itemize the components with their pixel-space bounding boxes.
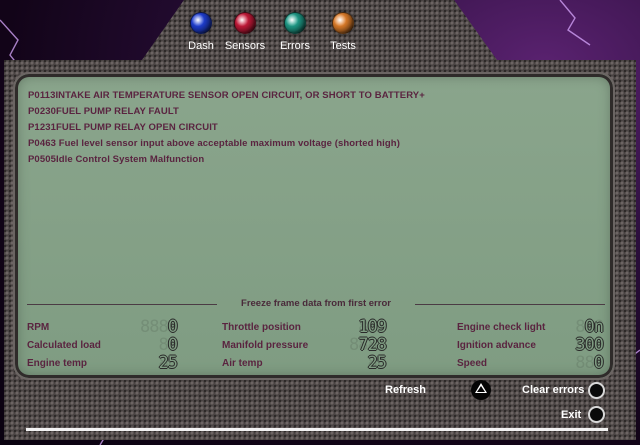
status-bar-line <box>26 428 608 431</box>
metric-label: Throttle position <box>222 322 301 333</box>
red-led-icon <box>234 12 256 34</box>
metric-value: 0 <box>593 353 604 373</box>
metric-label: Engine temp <box>27 358 88 369</box>
nav-dash-button[interactable]: Dash <box>178 12 224 52</box>
error-code-line: P0463 Fuel level sensor input above acce… <box>28 138 400 149</box>
metric-value: 0 <box>167 335 178 355</box>
metric-value: 0n <box>584 317 605 337</box>
exit-label[interactable]: Exit <box>561 409 581 421</box>
nav-sensors-label: Sensors <box>224 40 266 52</box>
triangle-up-icon <box>475 383 487 393</box>
metric-label: Manifold pressure <box>222 340 309 351</box>
error-code-line: P0505Idle Control System Malfunction <box>28 154 205 165</box>
metric-value: 25 <box>158 353 179 373</box>
metric-speed: Speed 888 0 <box>457 353 604 373</box>
lcd-screen: P0113INTAKE AIR TEMPERATURE SENSOR OPEN … <box>13 72 615 380</box>
metric-value: 300 <box>575 335 604 355</box>
nav-tests-button[interactable]: Tests <box>320 12 366 52</box>
nav-errors-label: Errors <box>280 40 310 52</box>
blue-led-icon <box>190 12 212 34</box>
nav-sensors-button[interactable]: Sensors <box>222 12 268 52</box>
metric-ignition-advance: Ignition advance 888 300 <box>457 335 604 355</box>
teal-led-icon <box>284 12 306 34</box>
metric-value: 728 <box>358 335 387 355</box>
metric-engine-check-light: Engine check light 888 0n <box>457 317 605 337</box>
nav-dash-label: Dash <box>188 40 214 52</box>
divider-line <box>415 304 605 305</box>
top-navigation: Dash Sensors Errors Tests <box>178 12 378 58</box>
error-code-line: P0113INTAKE AIR TEMPERATURE SENSOR OPEN … <box>28 90 425 101</box>
scroll-up-button[interactable] <box>471 380 491 400</box>
error-list: P0113INTAKE AIR TEMPERATURE SENSOR OPEN … <box>28 88 425 168</box>
nav-errors-button[interactable]: Errors <box>272 12 318 52</box>
metric-label: Ignition advance <box>457 340 536 351</box>
metric-value: 25 <box>367 353 388 373</box>
metric-throttle-position: Throttle position 888 109 <box>222 317 387 337</box>
nav-tests-label: Tests <box>330 40 356 52</box>
error-code-line: P1231FUEL PUMP RELAY OPEN CIRCUIT <box>28 122 218 133</box>
clear-errors-label[interactable]: Clear errors <box>522 384 584 396</box>
orange-led-icon <box>332 12 354 34</box>
exit-button[interactable] <box>588 406 605 423</box>
metric-engine-temp: Engine temp 88 25 <box>27 353 179 373</box>
metric-label: Engine check light <box>457 322 546 333</box>
metric-calculated-load: Calculated load 88 0 <box>27 335 178 355</box>
metric-rpm: RPM 8888 0 <box>27 317 178 337</box>
freeze-frame-divider: Freeze frame data from first error <box>27 298 605 312</box>
metric-manifold-pressure: Manifold pressure 8888 728 <box>222 335 387 355</box>
refresh-button[interactable]: Refresh <box>385 384 426 396</box>
metric-air-temp: Air temp 88 25 <box>222 353 388 373</box>
metric-value: 0 <box>167 317 178 337</box>
clear-errors-button[interactable] <box>588 382 605 399</box>
metric-value: 109 <box>358 317 387 337</box>
error-code-line: P0230FUEL PUMP RELAY FAULT <box>28 106 179 117</box>
metric-label: Calculated load <box>27 340 101 351</box>
metric-label: Air temp <box>222 358 263 369</box>
metric-label: RPM <box>27 322 50 333</box>
metric-label: Speed <box>457 358 488 369</box>
